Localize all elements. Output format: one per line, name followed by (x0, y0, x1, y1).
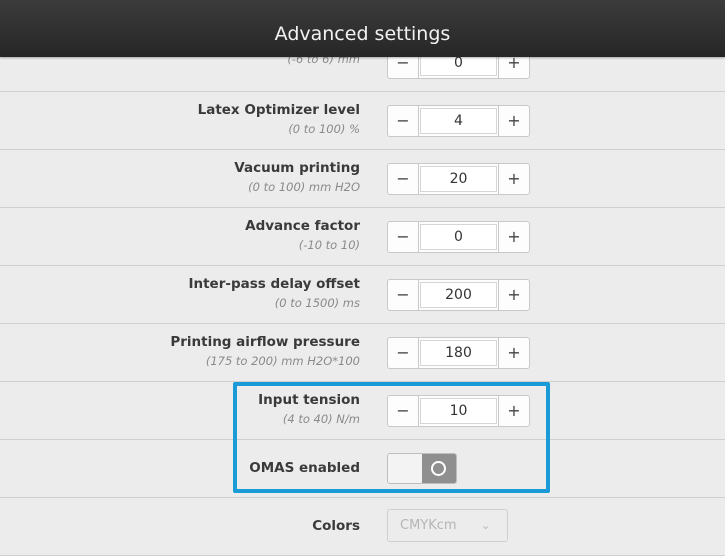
vacuum-printing-stepper: − 20 + (387, 163, 530, 195)
setting-row-vacuum-printing: Vacuum printing (0 to 100) mm H2O − 20 + (0, 150, 725, 208)
setting-labels: Latex Optimizer level (0 to 100) % (198, 101, 360, 138)
setting-range: (0 to 100) mm H2O (248, 180, 360, 194)
increment-button[interactable]: + (498, 338, 529, 368)
setting-label: Printing airflow pressure (170, 334, 360, 350)
setting-labels: Advance factor (-10 to 10) (245, 217, 360, 254)
toggle-circle-icon (431, 461, 446, 476)
setting-row-offset: (-6 to 6) mm − 0 + (0, 47, 725, 92)
decrement-button[interactable]: − (388, 106, 419, 136)
decrement-button[interactable]: − (388, 164, 419, 194)
toggle-knob-track (422, 454, 456, 483)
increment-button[interactable]: + (498, 222, 529, 252)
setting-row-omas: OMAS enabled (0, 440, 725, 498)
setting-label: Vacuum printing (234, 160, 360, 176)
colors-dropdown[interactable]: CMYKcm ⌄ (387, 509, 508, 542)
setting-range: (0 to 100) % (288, 122, 360, 136)
inter-pass-delay-stepper: − 200 + (387, 279, 530, 311)
setting-row-latex-optimizer: Latex Optimizer level (0 to 100) % − 4 + (0, 92, 725, 150)
printing-airflow-value-field[interactable]: 180 (420, 340, 497, 366)
setting-labels: Input tension (4 to 40) N/m (258, 391, 360, 428)
omas-toggle[interactable] (387, 453, 457, 484)
input-tension-value-field[interactable]: 10 (420, 398, 497, 424)
colors-selected-value: CMYKcm (400, 518, 457, 533)
setting-row-input-tension: Input tension (4 to 40) N/m − 10 + (0, 382, 725, 440)
omas-label: OMAS enabled (249, 460, 360, 476)
page-title: Advanced settings (274, 23, 451, 45)
increment-button[interactable]: + (498, 164, 529, 194)
setting-range: (0 to 1500) ms (274, 296, 360, 310)
setting-range: (-10 to 10) (298, 238, 360, 252)
settings-list: (-6 to 6) mm − 0 + Latex Optimizer level… (0, 47, 725, 556)
title-bar: Advanced settings (0, 0, 725, 57)
toggle-off-segment (388, 454, 422, 483)
decrement-button[interactable]: − (388, 222, 419, 252)
setting-labels: Printing airflow pressure (175 to 200) m… (170, 333, 360, 370)
decrement-button[interactable]: − (388, 280, 419, 310)
increment-button[interactable]: + (498, 396, 529, 426)
increment-button[interactable]: + (498, 280, 529, 310)
setting-range: (175 to 200) mm H2O*100 (205, 354, 360, 368)
decrement-button[interactable]: − (388, 338, 419, 368)
input-tension-stepper: − 10 + (387, 395, 530, 427)
setting-label: Input tension (258, 392, 360, 408)
setting-labels: Vacuum printing (0 to 100) mm H2O (234, 159, 360, 196)
setting-row-advance-factor: Advance factor (-10 to 10) − 0 + (0, 208, 725, 266)
advance-factor-value-field[interactable]: 0 (420, 224, 497, 250)
decrement-button[interactable]: − (388, 396, 419, 426)
printing-airflow-stepper: − 180 + (387, 337, 530, 369)
setting-row-inter-pass-delay: Inter-pass delay offset (0 to 1500) ms −… (0, 266, 725, 324)
latex-optimizer-stepper: − 4 + (387, 105, 530, 137)
setting-range: (4 to 40) N/m (282, 412, 360, 426)
colors-label: Colors (312, 518, 360, 534)
setting-row-colors: Colors CMYKcm ⌄ (0, 498, 725, 556)
advance-factor-stepper: − 0 + (387, 221, 530, 253)
setting-row-printing-airflow: Printing airflow pressure (175 to 200) m… (0, 324, 725, 382)
increment-button[interactable]: + (498, 106, 529, 136)
setting-labels: Inter-pass delay offset (0 to 1500) ms (188, 275, 360, 312)
setting-label: Inter-pass delay offset (188, 276, 360, 292)
chevron-down-icon: ⌄ (481, 519, 491, 532)
vacuum-printing-value-field[interactable]: 20 (420, 166, 497, 192)
latex-optimizer-value-field[interactable]: 4 (420, 108, 497, 134)
setting-label: Latex Optimizer level (197, 102, 360, 118)
inter-pass-delay-value-field[interactable]: 200 (420, 282, 497, 308)
setting-label: Advance factor (245, 218, 360, 234)
